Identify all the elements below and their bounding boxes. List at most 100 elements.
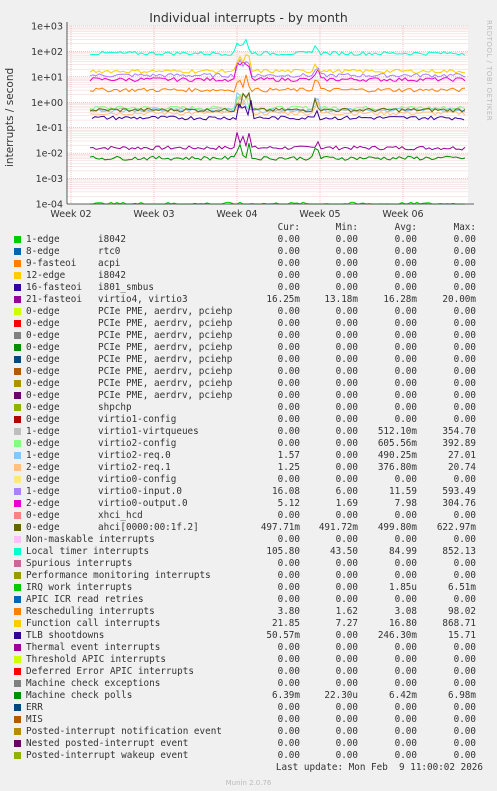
legend-row: 12-edge i8042 0.00 0.00 0.00 0.00 xyxy=(0,270,497,282)
legend-swatch xyxy=(14,524,21,531)
legend-avg: 16.80 xyxy=(389,618,417,629)
legend-max: 0.00 xyxy=(453,534,476,545)
legend-device: virtio2-req.1 xyxy=(98,462,171,473)
legend-cur: 0.00 xyxy=(277,474,300,485)
legend-device: virtio2-config xyxy=(98,438,177,449)
legend-label: Deferred Error APIC interrupts xyxy=(26,666,194,677)
munin-version: Munin 2.0.76 xyxy=(225,779,272,787)
legend-swatch xyxy=(14,620,21,627)
legend-row: APIC ICR read retries 0.00 0.00 0.00 0.00 xyxy=(0,594,497,606)
legend-label: Function call interrupts xyxy=(26,618,161,629)
legend-swatch xyxy=(14,320,21,327)
x-tick-label: Week 03 xyxy=(133,209,174,220)
x-tick-label: Week 04 xyxy=(216,209,257,220)
legend-device: rtc0 xyxy=(98,246,121,257)
col-max: Max: xyxy=(453,222,476,233)
legend-device: virtio0-input.0 xyxy=(98,486,182,497)
legend-avg: 0.00 xyxy=(394,234,417,245)
legend-cur: 1.57 xyxy=(277,450,300,461)
legend-max: 0.00 xyxy=(453,402,476,413)
legend-min: 0.00 xyxy=(335,246,358,257)
legend-cur: 1.25 xyxy=(277,462,300,473)
legend-max: 622.97m xyxy=(436,522,476,533)
legend-label: 0-edge xyxy=(26,354,60,365)
legend-swatch xyxy=(14,632,21,639)
legend-row: Machine check exceptions 0.00 0.00 0.00 0.00 xyxy=(0,678,497,690)
y-tick-label: 1e+01 xyxy=(31,72,63,83)
legend-row: 2-edge virtio2-req.1 1.25 0.00 376.80m 20.74 xyxy=(0,462,497,474)
legend-cur: 6.39m xyxy=(272,690,300,701)
legend-cur: 50.57m xyxy=(266,630,300,641)
legend-avg: 0.00 xyxy=(394,702,417,713)
legend-max: 0.00 xyxy=(453,390,476,401)
legend-swatch xyxy=(14,608,21,615)
legend-min: 0.00 xyxy=(335,318,358,329)
legend-avg: 0.00 xyxy=(394,342,417,353)
y-tick-label: 1e+03 xyxy=(31,22,63,33)
legend-swatch xyxy=(14,656,21,663)
legend-header: Cur: Min: Avg: Max: xyxy=(0,222,497,234)
legend-swatch xyxy=(14,392,21,399)
legend-swatch xyxy=(14,668,21,675)
legend-avg: 0.00 xyxy=(394,678,417,689)
legend-cur: 0.00 xyxy=(277,234,300,245)
legend-avg: 605.56m xyxy=(377,438,417,449)
legend-avg: 0.00 xyxy=(394,750,417,761)
legend-swatch xyxy=(14,500,21,507)
legend-label: 0-edge xyxy=(26,342,60,353)
legend-swatch xyxy=(14,752,21,759)
legend-avg: 0.00 xyxy=(394,642,417,653)
legend-row: 0-edge PCIe PME, aerdrv, pciehp 0.00 0.00 0.… xyxy=(0,390,497,402)
legend-row: Spurious interrupts 0.00 0.00 0.00 0.00 xyxy=(0,558,497,570)
legend-label: 1-edge xyxy=(26,234,60,245)
legend-cur: 0.00 xyxy=(277,666,300,677)
legend-max: 0.00 xyxy=(453,594,476,605)
legend-avg: 3.08 xyxy=(394,606,417,617)
legend-swatch xyxy=(14,476,21,483)
legend-max: 852.13 xyxy=(442,546,476,557)
x-tick-label: Week 06 xyxy=(382,209,423,220)
legend-min: 0.00 xyxy=(335,330,358,341)
legend-max: 0.00 xyxy=(453,510,476,521)
legend-swatch xyxy=(14,680,21,687)
legend-max: 0.00 xyxy=(453,654,476,665)
legend-avg: 0.00 xyxy=(394,714,417,725)
legend-label: 1-edge xyxy=(26,450,60,461)
legend-cur: 0.00 xyxy=(277,510,300,521)
legend-swatch xyxy=(14,644,21,651)
legend-cur: 497.71m xyxy=(260,522,300,533)
legend-label: Machine check exceptions xyxy=(26,678,161,689)
legend-max: 0.00 xyxy=(453,474,476,485)
legend-row: 0-edge PCIe PME, aerdrv, pciehp 0.00 0.00 0.… xyxy=(0,378,497,390)
legend-swatch xyxy=(14,260,21,267)
legend-label: APIC ICR read retries xyxy=(26,594,144,605)
legend-min: 0.00 xyxy=(335,426,358,437)
legend-min: 0.00 xyxy=(335,726,358,737)
legend-cur: 0.00 xyxy=(277,354,300,365)
legend-device: i8042 xyxy=(98,270,126,281)
legend-swatch xyxy=(14,704,21,711)
legend-min: 0.00 xyxy=(335,438,358,449)
legend-avg: 0.00 xyxy=(394,474,417,485)
legend-label: 2-edge xyxy=(26,498,60,509)
legend-max: 0.00 xyxy=(453,750,476,761)
legend-row: 0-edge PCIe PME, aerdrv, pciehp 0.00 0.00 0.… xyxy=(0,318,497,330)
legend-avg: 499.80m xyxy=(377,522,417,533)
legend-swatch xyxy=(14,272,21,279)
legend-max: 0.00 xyxy=(453,366,476,377)
legend-cur: 0.00 xyxy=(277,414,300,425)
legend-avg: 84.99 xyxy=(389,546,417,557)
legend-avg: 376.80m xyxy=(377,462,417,473)
legend-label: Posted-interrupt notification event xyxy=(26,726,222,737)
legend-max: 354.70 xyxy=(442,426,476,437)
legend-avg: 16.28m xyxy=(383,294,417,305)
legend-label: Spurious interrupts xyxy=(26,558,133,569)
legend-avg: 11.59 xyxy=(389,486,417,497)
legend-label: Posted-interrupt wakeup event xyxy=(26,750,189,761)
legend-min: 0.00 xyxy=(335,534,358,545)
legend-row: Performance monitoring interrupts 0.00 0.0… xyxy=(0,570,497,582)
legend-cur: 5.12 xyxy=(277,498,300,509)
legend-row: 2-edge virtio0-output.0 5.12 1.69 7.98 304.76 xyxy=(0,498,497,510)
legend-row: 8-edge rtc0 0.00 0.00 0.00 0.00 xyxy=(0,246,497,258)
legend-device: virtio2-req.0 xyxy=(98,450,171,461)
